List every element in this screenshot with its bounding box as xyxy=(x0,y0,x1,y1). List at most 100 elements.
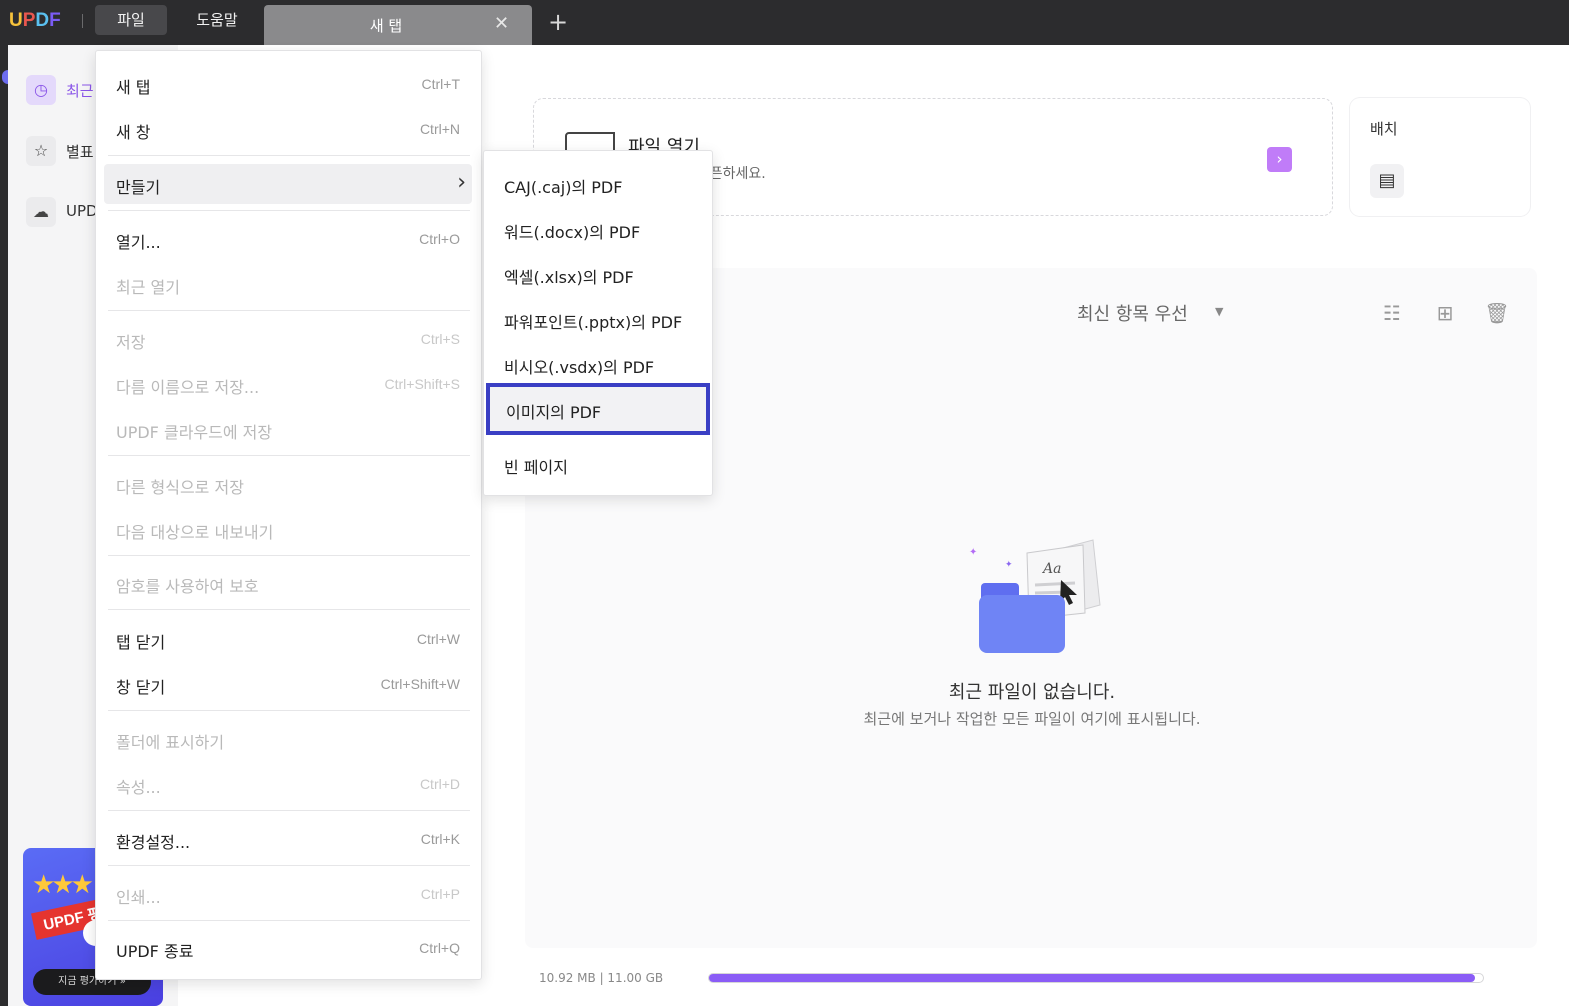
menu-separator xyxy=(108,455,470,456)
sidebar-item-label: 별표 xyxy=(66,143,94,161)
menu-item-shortcut: Ctrl+Shift+W xyxy=(380,676,460,692)
menu-item-close-window[interactable]: 창 닫기 Ctrl+Shift+W xyxy=(104,664,472,704)
new-tab-button[interactable]: + xyxy=(548,8,568,36)
caret-down-icon: ▼ xyxy=(1215,305,1224,318)
left-edge xyxy=(0,45,8,1006)
menu-separator xyxy=(108,210,470,211)
menu-item-print[interactable]: 인쇄... Ctrl+P xyxy=(104,874,472,914)
sort-dropdown[interactable]: 최신 항목 우선 ▼ xyxy=(1067,292,1232,332)
close-icon[interactable]: ✕ xyxy=(494,13,509,34)
submenu-item-label: 파워포인트(.pptx)의 PDF xyxy=(504,313,683,332)
menu-separator xyxy=(108,710,470,711)
storage-progress-bar xyxy=(708,973,1484,983)
menu-item-shortcut: Ctrl+S xyxy=(420,331,460,347)
menu-item-close-tab[interactable]: 탭 닫기 Ctrl+W xyxy=(104,619,472,659)
batch-card[interactable]: 배치 ▤ xyxy=(1350,98,1530,216)
menu-item-save-to-cloud[interactable]: UPDF 클라우드에 저장 xyxy=(104,409,472,449)
tab-title: 새 탭 xyxy=(369,17,403,35)
storage-progress-fill xyxy=(709,974,1476,982)
title-bar: UPDF 파일 도움말 새 탭 ✕ + xyxy=(0,0,1569,45)
submenu-item-label: 빈 페이지 xyxy=(504,458,568,477)
updf-logo: UPDF xyxy=(9,10,61,31)
menu-item-label: 다름 이름으로 저장... xyxy=(116,378,260,397)
menu-item-label: 창 닫기 xyxy=(116,678,166,697)
titlebar-divider xyxy=(82,14,83,28)
menu-item-label: 속성... xyxy=(116,778,161,797)
menu-file[interactable]: 파일 xyxy=(95,5,167,35)
submenu-item-powerpoint-pdf[interactable]: 파워포인트(.pptx)의 PDF xyxy=(484,297,712,341)
chevron-right-icon[interactable]: › xyxy=(1267,147,1292,172)
grid-view-icon[interactable]: ⊞ xyxy=(1432,300,1458,326)
create-submenu: CAJ(.caj)의 PDF 워드(.docx)의 PDF 엑셀(.xlsx)의… xyxy=(483,150,713,496)
menu-item-save-other-format[interactable]: 다른 형식으로 저장 xyxy=(104,464,472,504)
menu-item-shortcut: Ctrl+O xyxy=(419,231,460,247)
menu-separator xyxy=(108,555,470,556)
menu-item-label: 암호를 사용하여 보호 xyxy=(116,577,259,596)
clock-icon: ◷ xyxy=(26,75,56,105)
menu-item-label: 열기... xyxy=(116,233,161,252)
menu-item-shortcut: Ctrl+W xyxy=(416,631,460,647)
menu-item-label: 인쇄... xyxy=(116,888,161,907)
menu-item-label: 폴더에 표시하기 xyxy=(116,733,225,752)
svg-text:Aa: Aa xyxy=(1041,561,1061,577)
menu-item-export[interactable]: 다음 대상으로 내보내기 xyxy=(104,509,472,549)
menu-item-label: 최근 열기 xyxy=(116,278,180,297)
menu-item-shortcut: Ctrl+Q xyxy=(419,940,460,956)
menu-separator xyxy=(108,310,470,311)
tab-new[interactable]: 새 탭 ✕ xyxy=(264,5,532,45)
menu-item-new-window[interactable]: 새 창 Ctrl+N xyxy=(104,109,472,149)
menu-item-label: 새 탭 xyxy=(116,78,151,97)
star-icon: ☆ xyxy=(26,136,56,166)
sidebar-item-label: UPD xyxy=(66,202,98,220)
menu-item-open[interactable]: 열기... Ctrl+O xyxy=(104,219,472,259)
menu-item-show-in-folder[interactable]: 폴더에 표시하기 xyxy=(104,719,472,759)
menu-item-shortcut: Ctrl+Shift+S xyxy=(384,376,460,392)
svg-text:✦: ✦ xyxy=(1005,560,1013,570)
menu-item-label: 다음 대상으로 내보내기 xyxy=(116,523,274,542)
menu-item-shortcut: Ctrl+P xyxy=(420,886,460,902)
batch-document-icon[interactable]: ▤ xyxy=(1370,164,1404,198)
menu-item-quit[interactable]: UPDF 종료 Ctrl+Q xyxy=(104,928,472,968)
menu-item-label: UPDF 종료 xyxy=(116,942,194,961)
submenu-item-label: 비시오(.vsdx)의 PDF xyxy=(504,358,655,377)
menu-item-label: UPDF 클라우드에 저장 xyxy=(116,423,273,442)
menu-item-shortcut: Ctrl+K xyxy=(420,831,460,847)
submenu-item-label: 엑셀(.xlsx)의 PDF xyxy=(504,268,634,287)
menu-separator xyxy=(108,920,470,921)
submenu-item-label: CAJ(.caj)의 PDF xyxy=(504,178,623,197)
submenu-item-blank-page[interactable]: 빈 페이지 xyxy=(484,442,712,486)
menu-item-properties[interactable]: 속성... Ctrl+D xyxy=(104,764,472,804)
menu-item-label: 탭 닫기 xyxy=(116,633,166,652)
submenu-item-label: 워드(.docx)의 PDF xyxy=(504,223,641,242)
menu-separator xyxy=(108,810,470,811)
menu-item-protect-password[interactable]: 암호를 사용하여 보호 xyxy=(104,563,472,603)
submenu-item-word-pdf[interactable]: 워드(.docx)의 PDF xyxy=(484,207,712,251)
submenu-item-caj-pdf[interactable]: CAJ(.caj)의 PDF xyxy=(484,162,712,206)
menu-item-new-tab[interactable]: 새 탭 Ctrl+T xyxy=(104,64,472,104)
svg-text:✦: ✦ xyxy=(969,547,977,558)
submenu-item-label: 이미지의 PDF xyxy=(506,403,602,422)
chevron-right-icon: › xyxy=(457,170,466,195)
submenu-item-visio-pdf[interactable]: 비시오(.vsdx)의 PDF xyxy=(484,342,712,386)
trash-icon[interactable]: 🗑 xyxy=(1484,300,1510,326)
empty-folder-illustration: Aa ✦ ✦ xyxy=(969,539,1101,653)
stars-icon: ★★★ xyxy=(32,870,94,900)
menu-item-label: 저장 xyxy=(116,333,146,352)
menu-item-label: 다른 형식으로 저장 xyxy=(116,478,244,497)
submenu-item-image-pdf[interactable]: 이미지의 PDF xyxy=(486,383,710,435)
menu-item-open-recent[interactable]: 최근 열기 xyxy=(104,264,472,304)
storage-usage-text: 10.92 MB | 11.00 GB xyxy=(539,971,664,985)
menu-item-preferences[interactable]: 환경설정... Ctrl+K xyxy=(104,819,472,859)
submenu-item-excel-pdf[interactable]: 엑셀(.xlsx)의 PDF xyxy=(484,252,712,296)
sort-selected-value: 최신 항목 우선 xyxy=(1077,304,1188,325)
list-view-icon[interactable]: ☷ xyxy=(1379,300,1405,326)
menu-item-create[interactable]: 만들기 › xyxy=(104,164,472,204)
file-menu: 새 탭 Ctrl+T 새 창 Ctrl+N 만들기 › 열기... Ctrl+O 최근 … xyxy=(95,50,482,980)
menu-item-save-as[interactable]: 다름 이름으로 저장... Ctrl+Shift+S xyxy=(104,364,472,404)
menu-help[interactable]: 도움말 xyxy=(178,5,256,35)
sidebar-item-label: 최근 xyxy=(66,82,94,100)
menu-separator xyxy=(108,609,470,610)
menu-item-save[interactable]: 저장 Ctrl+S xyxy=(104,319,472,359)
menu-item-shortcut: Ctrl+N xyxy=(419,121,460,137)
menu-separator xyxy=(108,155,470,156)
